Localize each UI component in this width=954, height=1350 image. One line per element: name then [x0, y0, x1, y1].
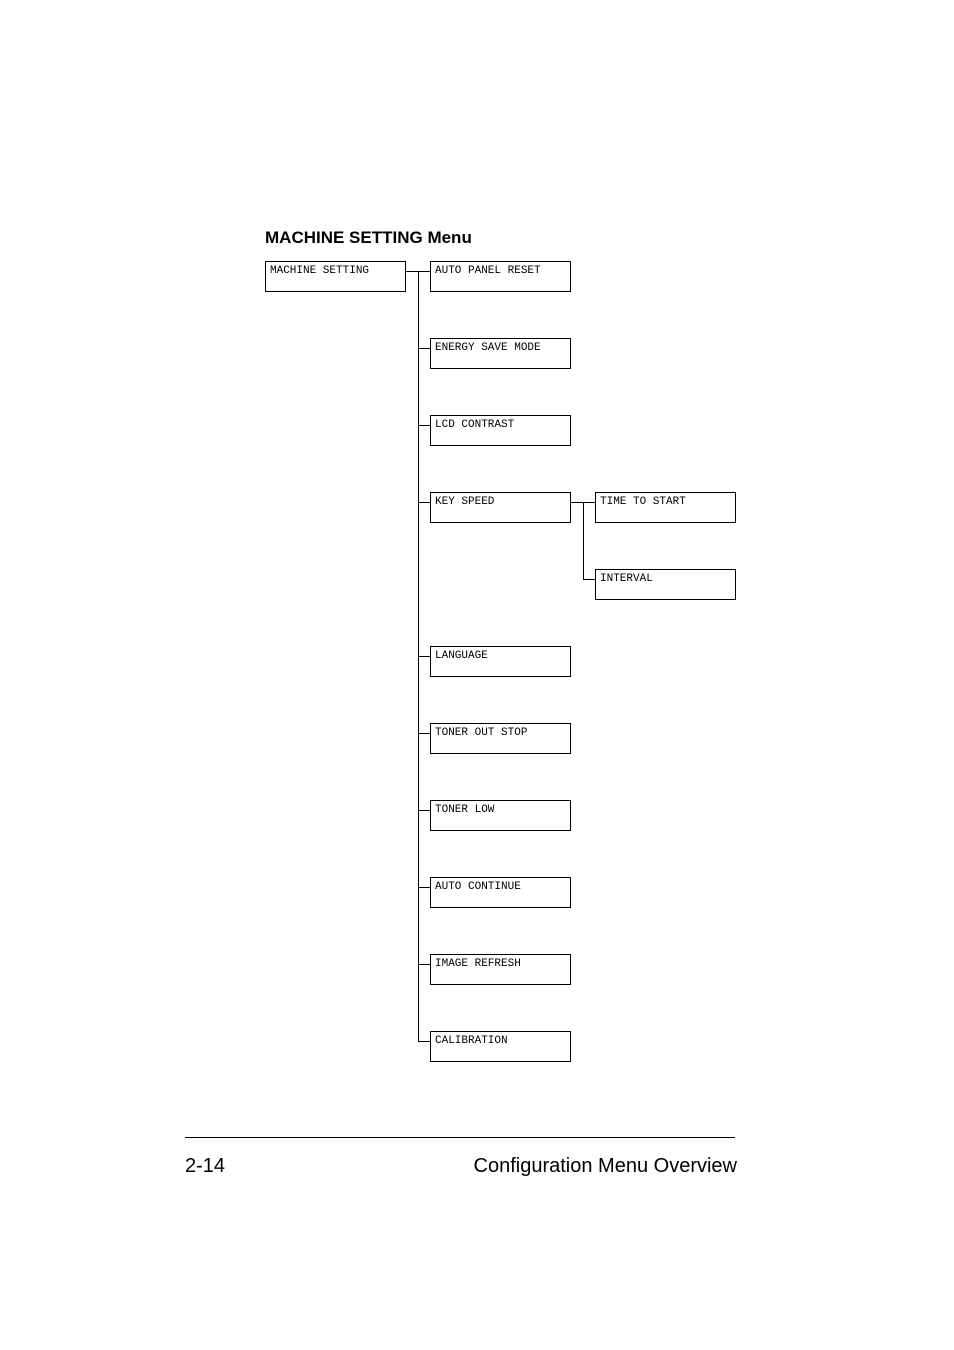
menu-item-language: LANGUAGE: [430, 646, 571, 677]
connector-line: [418, 348, 430, 349]
connector-line: [418, 271, 430, 272]
menu-item-time-to-start: TIME TO START: [595, 492, 736, 523]
menu-item-energy-save-mode: ENERGY SAVE MODE: [430, 338, 571, 369]
menu-root-box: MACHINE SETTING: [265, 261, 406, 292]
menu-item-auto-panel-reset: AUTO PANEL RESET: [430, 261, 571, 292]
menu-item-lcd-contrast: LCD CONTRAST: [430, 415, 571, 446]
connector-line: [571, 502, 583, 503]
connector-line: [583, 579, 595, 580]
menu-item-key-speed: KEY SPEED: [430, 492, 571, 523]
connector-line: [418, 810, 430, 811]
connector-line: [418, 964, 430, 965]
connector-line: [583, 502, 595, 503]
menu-item-interval: INTERVAL: [595, 569, 736, 600]
connector-line: [418, 733, 430, 734]
menu-item-auto-continue: AUTO CONTINUE: [430, 877, 571, 908]
menu-item-toner-low: TONER LOW: [430, 800, 571, 831]
section-heading: MACHINE SETTING Menu: [265, 228, 472, 248]
connector-line: [418, 656, 430, 657]
menu-item-toner-out-stop: TONER OUT STOP: [430, 723, 571, 754]
connector-line: [418, 1041, 430, 1042]
connector-line: [418, 502, 430, 503]
page-number: 2-14: [185, 1155, 225, 1178]
connector-line: [418, 271, 419, 987]
connector-line: [418, 987, 419, 1042]
connector-line: [418, 887, 430, 888]
page: MACHINE SETTING Menu MACHINE SETTING AUT…: [0, 0, 954, 1350]
connector-line: [418, 425, 430, 426]
menu-item-image-refresh: IMAGE REFRESH: [430, 954, 571, 985]
menu-item-calibration: CALIBRATION: [430, 1031, 571, 1062]
connector-line: [406, 271, 418, 272]
footer-title: Configuration Menu Overview: [474, 1155, 737, 1178]
footer-divider: [185, 1137, 735, 1138]
connector-line: [583, 502, 584, 580]
